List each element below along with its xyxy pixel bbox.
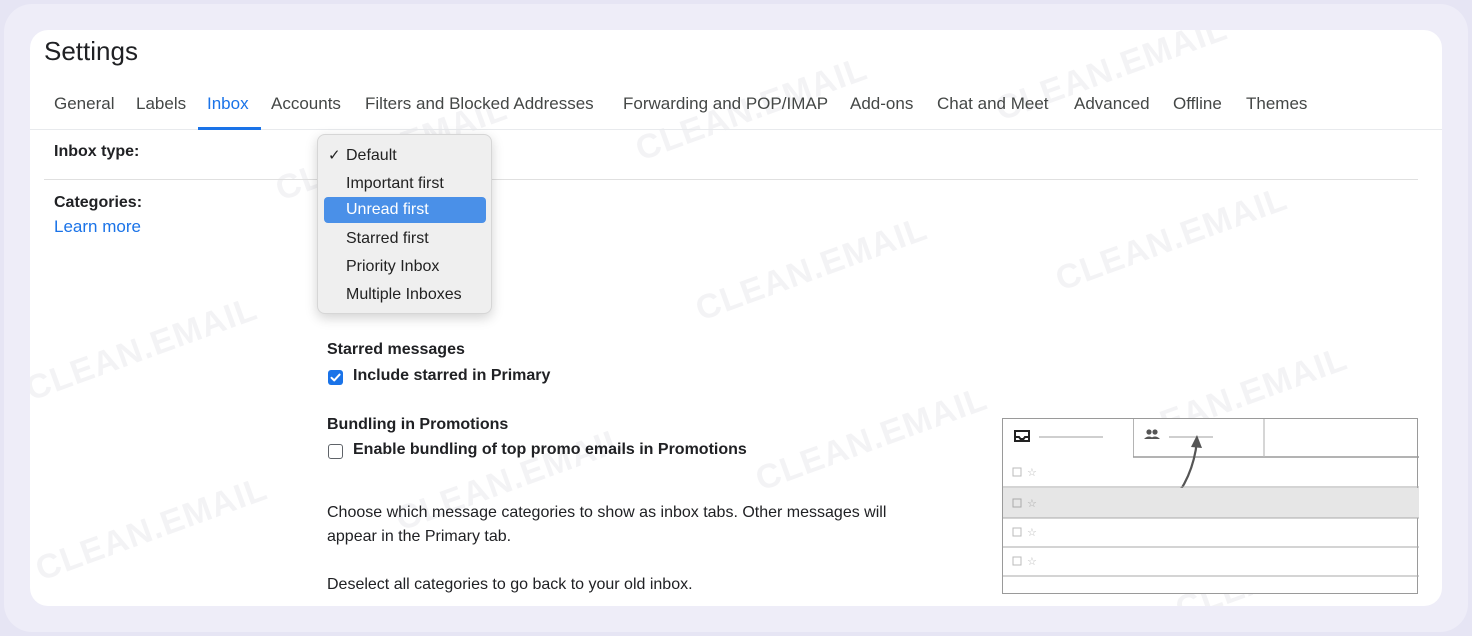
dropdown-option-unread-first[interactable]: Unread first <box>324 197 486 223</box>
enable-bundling-checkbox[interactable] <box>328 444 343 459</box>
tab-labels[interactable]: Labels <box>136 94 186 114</box>
bundling-heading: Bundling in Promotions <box>327 416 509 433</box>
svg-text:☆: ☆ <box>1027 526 1037 539</box>
watermark: CLEAN.EMAIL <box>690 209 933 329</box>
categories-label: Categories: <box>54 194 143 211</box>
watermark: CLEAN.EMAIL <box>750 379 993 499</box>
enable-bundling-row[interactable]: Enable bundling of top promo emails in P… <box>328 441 788 463</box>
dropdown-option-default[interactable]: ✓ Default <box>324 143 486 169</box>
inbox-tabs-preview: ☆ ☆ ☆ ☆ <box>1002 418 1419 594</box>
tab-themes[interactable]: Themes <box>1246 94 1307 114</box>
watermark: CLEAN.EMAIL <box>1050 179 1293 299</box>
inbox-preview-illustration: ☆ ☆ ☆ ☆ <box>1003 419 1419 577</box>
tab-offline[interactable]: Offline <box>1173 94 1222 114</box>
watermark: CLEAN.EMAIL <box>30 289 263 409</box>
active-tab-indicator <box>198 127 261 130</box>
settings-tabs: General Labels Inbox Accounts Filters an… <box>30 90 1442 130</box>
inbox-type-dropdown[interactable]: ✓ Default Important first Unread first S… <box>317 134 492 314</box>
dropdown-option-label: Multiple Inboxes <box>346 286 462 303</box>
dropdown-option-label: Important first <box>346 175 444 192</box>
inbox-type-label: Inbox type: <box>54 143 140 160</box>
dropdown-option-label: Priority Inbox <box>346 258 440 275</box>
dropdown-option-label: Unread first <box>346 201 429 218</box>
categories-description-line2: appear in the Primary tab. <box>327 528 512 545</box>
tab-inbox[interactable]: Inbox <box>207 94 249 114</box>
deselect-description: Deselect all categories to go back to yo… <box>327 576 693 593</box>
tab-filters[interactable]: Filters and Blocked Addresses <box>365 94 594 114</box>
watermark: CLEAN.EMAIL <box>30 469 273 589</box>
settings-card: CLEAN.EMAIL CLEAN.EMAIL CLEAN.EMAIL CLEA… <box>30 30 1442 606</box>
tab-chat-and-meet[interactable]: Chat and Meet <box>937 94 1049 114</box>
checkmark-icon: ✓ <box>328 147 341 164</box>
dropdown-option-label: Starred first <box>346 230 429 247</box>
include-starred-checkbox[interactable] <box>328 370 343 385</box>
tab-general[interactable]: General <box>54 94 114 114</box>
tab-forwarding[interactable]: Forwarding and POP/IMAP <box>623 94 828 114</box>
learn-more-link[interactable]: Learn more <box>54 217 141 237</box>
svg-text:☆: ☆ <box>1027 555 1037 568</box>
tab-advanced[interactable]: Advanced <box>1074 94 1150 114</box>
svg-text:☆: ☆ <box>1027 497 1037 510</box>
check-icon <box>330 373 341 382</box>
dropdown-option-multiple-inboxes[interactable]: Multiple Inboxes <box>324 282 486 308</box>
page-title: Settings <box>44 36 138 66</box>
dropdown-option-label: Default <box>346 147 397 164</box>
starred-messages-heading: Starred messages <box>327 341 465 358</box>
dropdown-option-important-first[interactable]: Important first <box>324 171 486 197</box>
include-starred-row[interactable]: Include starred in Primary <box>328 367 588 389</box>
dropdown-option-priority-inbox[interactable]: Priority Inbox <box>324 254 486 280</box>
categories-description-line1: Choose which message categories to show … <box>327 504 887 521</box>
tab-accounts[interactable]: Accounts <box>271 94 341 114</box>
enable-bundling-label: Enable bundling of top promo emails in P… <box>353 441 747 458</box>
divider <box>44 179 1418 180</box>
tab-add-ons[interactable]: Add-ons <box>850 94 913 114</box>
dropdown-option-starred-first[interactable]: Starred first <box>324 226 486 252</box>
svg-text:☆: ☆ <box>1027 466 1037 479</box>
include-starred-label: Include starred in Primary <box>353 367 551 384</box>
